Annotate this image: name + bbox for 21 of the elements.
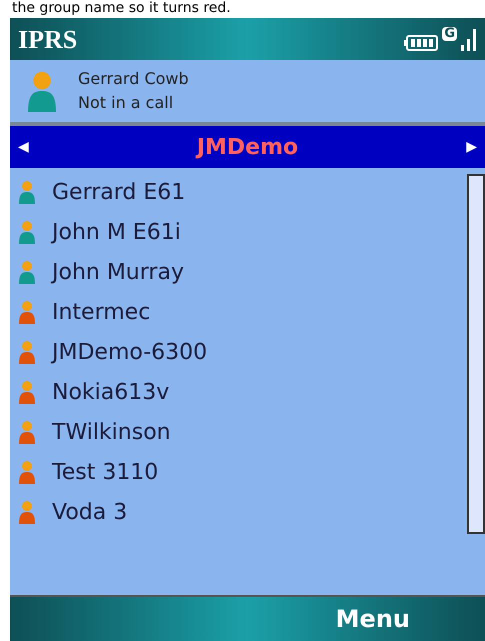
call-status: Not in a call bbox=[78, 92, 174, 114]
next-group-button[interactable]: ▶ bbox=[466, 136, 477, 158]
caption: the group name so it turns red. bbox=[11, 0, 232, 18]
battery-icon bbox=[404, 35, 438, 51]
contact-item[interactable]: TWilkinson bbox=[10, 412, 467, 452]
signal-icon bbox=[461, 27, 477, 51]
window-title: IPRS bbox=[18, 24, 78, 56]
user-name: Gerrard Cowb bbox=[78, 68, 189, 90]
previous-group-button[interactable]: ◀ bbox=[18, 136, 29, 158]
network-type: G bbox=[442, 27, 457, 41]
contact-item[interactable]: Nokia613v bbox=[10, 372, 467, 412]
menu-softkey[interactable]: Menu bbox=[336, 601, 410, 637]
contact-item[interactable]: John Murray bbox=[10, 252, 467, 292]
contact-item[interactable]: John M E61i bbox=[10, 212, 467, 252]
contact-item[interactable]: Test 3110 bbox=[10, 452, 467, 492]
contact-item[interactable]: JMDemo-6300 bbox=[10, 332, 467, 372]
contact-item[interactable]: Gerrard E61 bbox=[10, 172, 467, 212]
contact-item[interactable]: Intermec bbox=[10, 292, 467, 332]
contact-item[interactable]: Voda 3 bbox=[10, 492, 467, 532]
group-name: JMDemo bbox=[196, 134, 298, 162]
scrollbar[interactable] bbox=[467, 174, 485, 534]
